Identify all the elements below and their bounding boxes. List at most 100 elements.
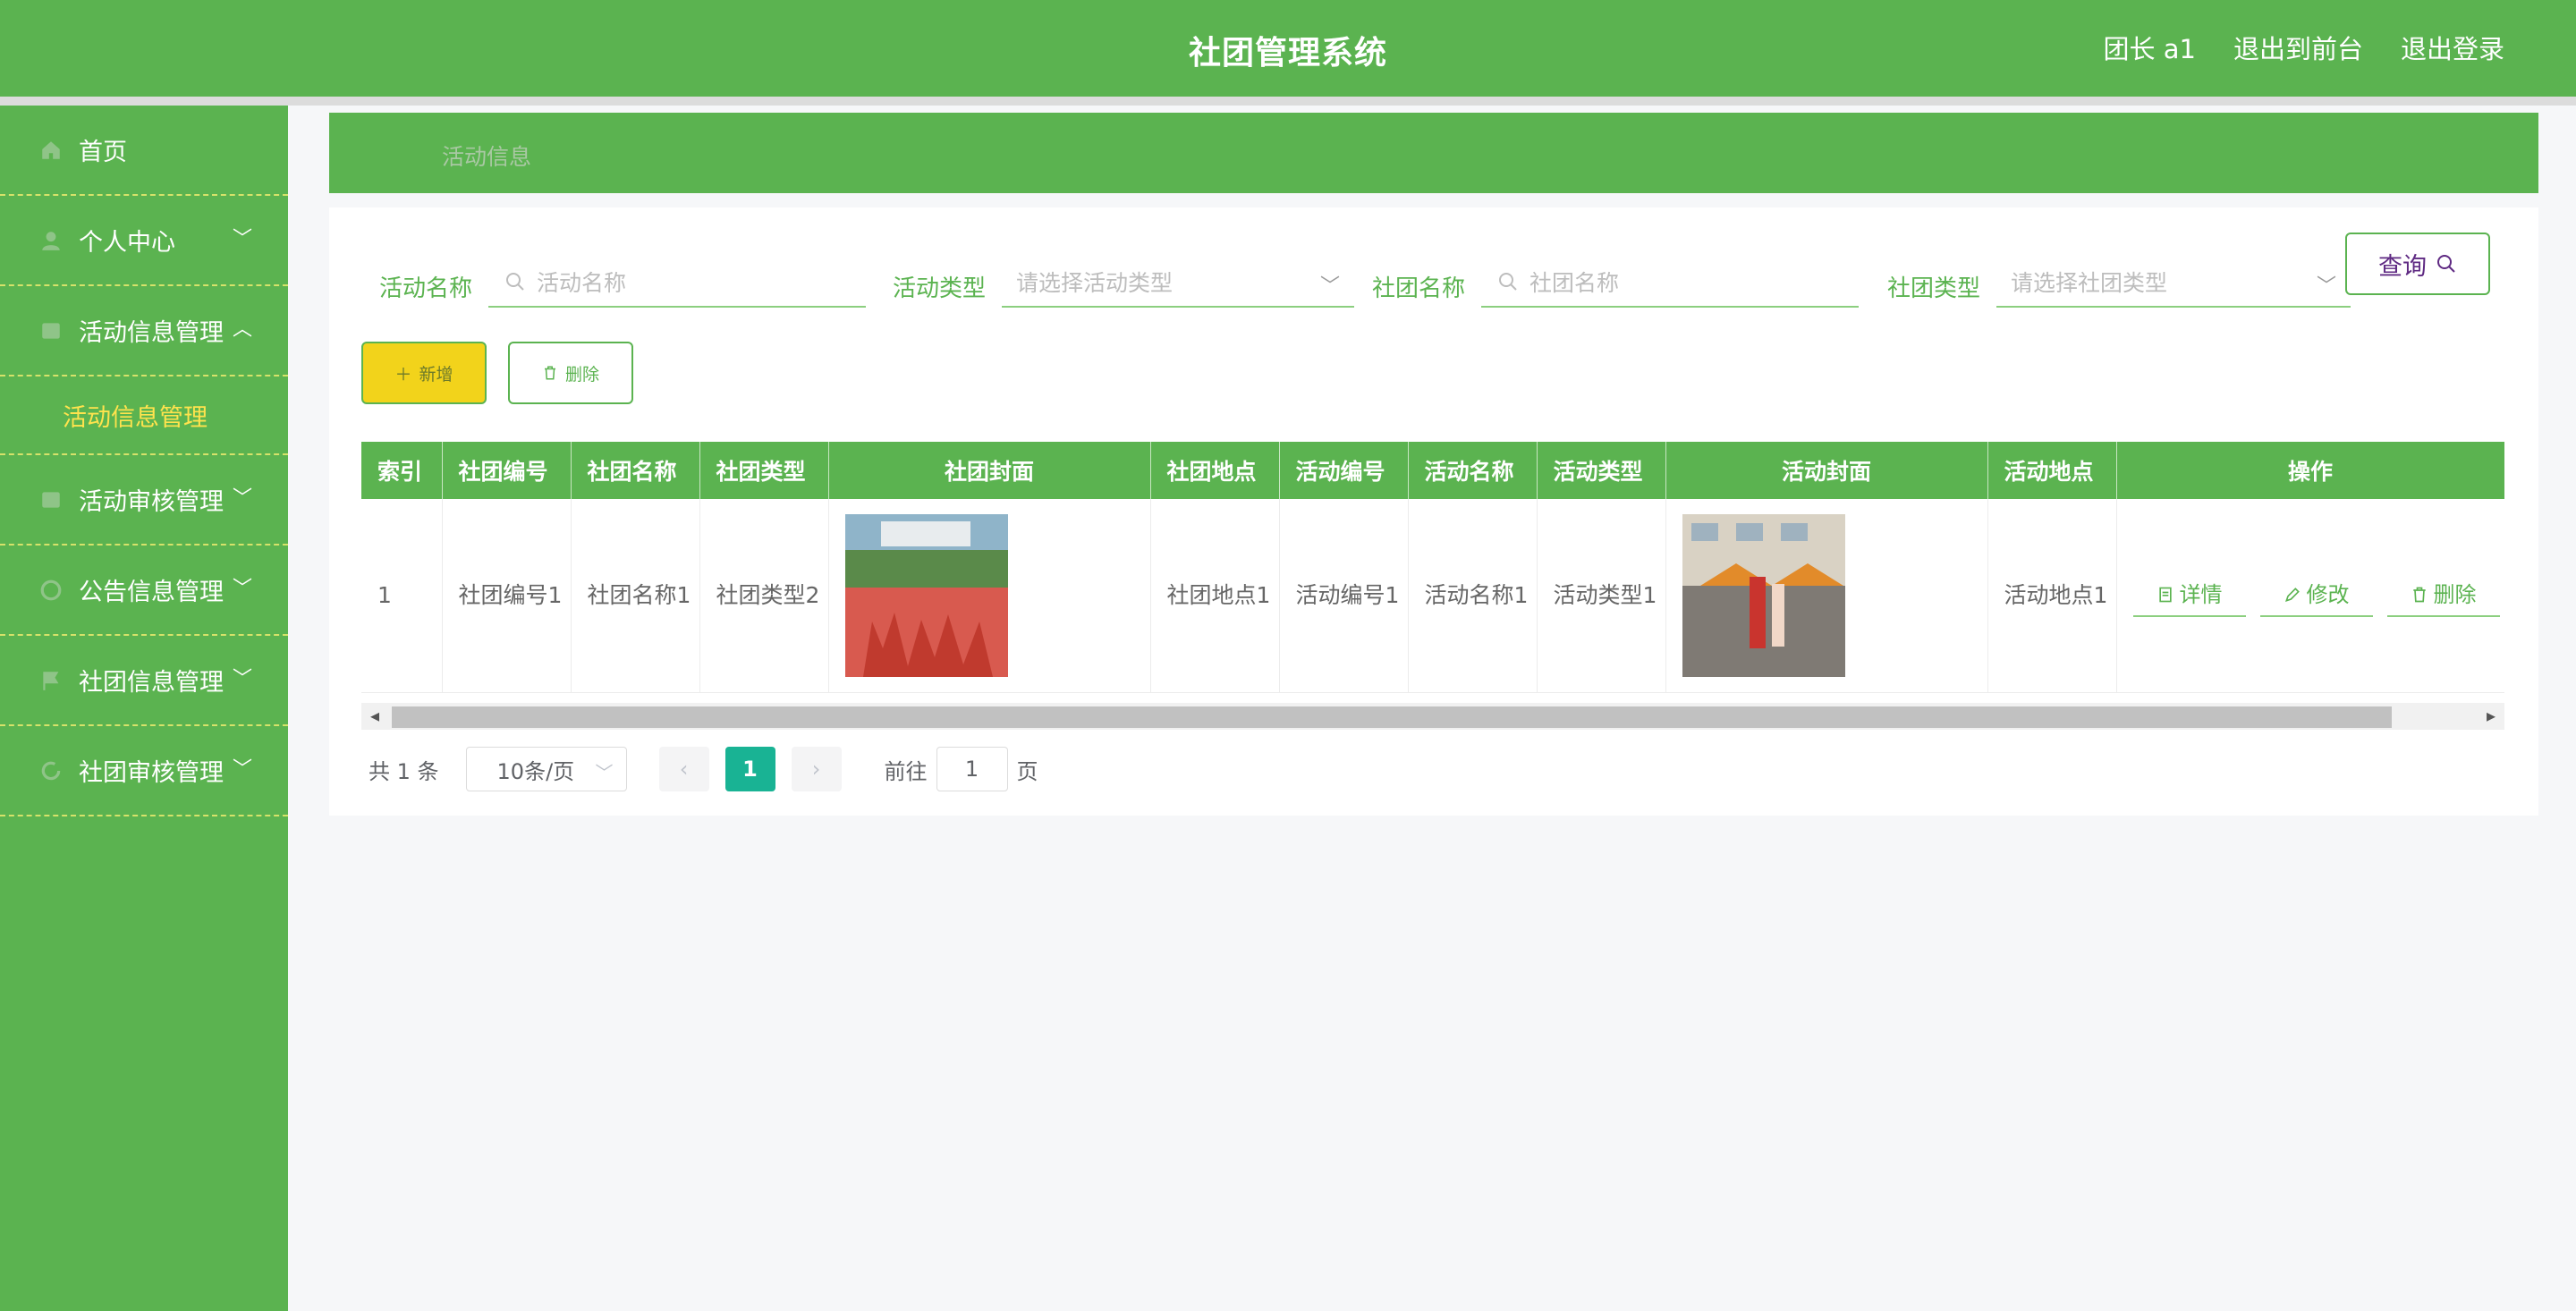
col-header-activity-no: 活动编号 — [1279, 442, 1409, 499]
activity-type-select[interactable]: 请选择活动类型 ﹀ — [1002, 258, 1354, 308]
cell-activity-no: 活动编号1 — [1279, 499, 1409, 693]
col-header-activity-location: 活动地点 — [1987, 442, 2117, 499]
sidebar-item-label: 社团信息管理 — [79, 669, 224, 697]
detail-button[interactable]: 详情 — [2132, 574, 2246, 617]
trash-icon — [2412, 587, 2426, 603]
table-row: 1 社团编号1 社团名称1 社团类型2 社团地点1 活动编号1 活动名称1 活动… — [361, 499, 2504, 693]
col-header-club-type: 社团类型 — [699, 442, 829, 499]
user-icon — [42, 231, 60, 250]
activity-name-label: 活动名称 — [379, 275, 473, 302]
activity-type-placeholder: 请选择活动类型 — [1016, 270, 1174, 296]
sidebar-item-activity-review[interactable]: 活动审核管理 ﹀ — [0, 455, 288, 546]
club-cover-image[interactable] — [844, 513, 1008, 677]
user-name-link[interactable]: 团长 a1 — [2104, 29, 2196, 66]
club-name-label: 社团名称 — [1372, 275, 1466, 302]
flag-icon — [43, 671, 59, 690]
sidebar-item-notice[interactable]: 公告信息管理 ﹀ — [0, 546, 288, 636]
refresh-icon — [41, 761, 61, 780]
col-header-club-no: 社团编号 — [442, 442, 572, 499]
cell-club-location: 社团地点1 — [1150, 499, 1280, 693]
cell-club-no: 社团编号1 — [442, 499, 572, 693]
chevron-down-icon: ﹀ — [232, 228, 252, 250]
horizontal-scrollbar[interactable]: ◂ ▸ — [361, 703, 2504, 730]
club-type-select[interactable]: 请选择社团类型 ﹀ — [1996, 258, 2351, 308]
add-button-label: 新增 — [419, 364, 453, 385]
sidebar-item-activity-info[interactable]: 活动信息管理 ︿ — [0, 286, 288, 376]
submenu-item-activity-info[interactable]: 活动信息管理 — [0, 376, 288, 455]
add-button[interactable]: ＋ 新增 — [361, 342, 487, 404]
sidebar-item-label: 社团审核管理 — [79, 759, 224, 787]
top-bar: 社团管理系统 团长 a1 退出到前台 退出登录 — [0, 0, 2576, 97]
sidebar-item-label: 个人中心 — [79, 229, 175, 257]
chevron-down-icon: ﹀ — [232, 668, 252, 690]
detail-label: 详情 — [2179, 581, 2223, 607]
col-header-activity-type: 活动类型 — [1537, 442, 1666, 499]
scroll-right-icon[interactable]: ▸ — [2487, 705, 2496, 726]
chevron-down-icon: ﹀ — [595, 762, 614, 783]
page-number-current[interactable]: 1 — [724, 747, 775, 791]
query-button[interactable]: 查询 — [2345, 233, 2490, 295]
scroll-left-icon[interactable]: ◂ — [370, 705, 379, 726]
sidebar-item-label: 公告信息管理 — [79, 579, 224, 606]
sidebar-item-profile[interactable]: 个人中心 ﹀ — [0, 196, 288, 286]
col-header-club-name: 社团名称 — [571, 442, 700, 499]
col-header-operations: 操作 — [2116, 442, 2504, 499]
col-header-activity-cover: 活动封面 — [1665, 442, 1988, 499]
top-links: 团长 a1 退出到前台 退出登录 — [2104, 29, 2504, 66]
search-icon — [1499, 273, 1517, 291]
chevron-right-icon: › — [811, 757, 821, 782]
plus-icon: ＋ — [394, 364, 412, 385]
search-icon — [506, 273, 524, 291]
front-page-link[interactable]: 退出到前台 — [2233, 29, 2363, 66]
cell-activity-name: 活动名称1 — [1408, 499, 1538, 693]
data-table: 索引 社团编号 社团名称 社团类型 社团封面 社团地点 活动编号 活动名称 活动… — [361, 442, 2504, 693]
goto-page-input[interactable]: 1 — [936, 747, 1008, 791]
edit-icon — [2284, 587, 2300, 602]
cell-activity-type: 活动类型1 — [1537, 499, 1666, 693]
page-size-select[interactable]: 10条/页 ﹀ — [465, 747, 627, 791]
col-header-index: 索引 — [361, 442, 443, 499]
scrollbar-thumb[interactable] — [392, 706, 2392, 728]
page-suffix: 页 — [1016, 758, 1038, 784]
sidebar-item-label: 首页 — [79, 139, 127, 166]
cell-club-type: 社团类型2 — [699, 499, 829, 693]
club-type-label: 社团类型 — [1887, 275, 1981, 302]
list-icon — [42, 322, 60, 339]
table-header-row: 索引 社团编号 社团名称 社团类型 社团封面 社团地点 活动编号 活动名称 活动… — [361, 442, 2504, 499]
activity-name-input[interactable]: 活动名称 — [488, 258, 866, 308]
query-button-label: 查询 — [2378, 252, 2427, 281]
cell-activity-location: 活动地点1 — [1987, 499, 2117, 693]
search-icon — [2437, 255, 2455, 273]
club-name-input[interactable]: 社团名称 — [1481, 258, 1859, 308]
cell-activity-cover — [1665, 499, 1988, 693]
cell-club-name: 社团名称1 — [571, 499, 700, 693]
sidebar-item-label: 活动审核管理 — [79, 488, 224, 516]
edit-button[interactable]: 修改 — [2259, 574, 2373, 617]
page-size-value: 10条/页 — [496, 758, 575, 784]
activity-cover-image[interactable] — [1682, 513, 1845, 677]
cell-club-cover — [828, 499, 1151, 693]
prev-page-button[interactable]: ‹ — [658, 747, 709, 791]
edit-label: 修改 — [2306, 581, 2350, 607]
chevron-up-icon: ︿ — [232, 318, 252, 341]
col-header-activity-name: 活动名称 — [1408, 442, 1538, 499]
sidebar: 首页 个人中心 ﹀ 活动信息管理 ︿ 活动信息管理 活动审核管理 ﹀ 公告信息管… — [0, 106, 288, 1311]
sidebar-item-club-review[interactable]: 社团审核管理 ﹀ — [0, 726, 288, 816]
breadcrumb-current[interactable]: 活动信息 — [442, 140, 531, 172]
sidebar-item-club-info[interactable]: 社团信息管理 ﹀ — [0, 636, 288, 726]
club-type-placeholder: 请选择社团类型 — [2011, 270, 2168, 296]
next-page-button[interactable]: › — [791, 747, 842, 791]
activity-name-placeholder: 活动名称 — [537, 270, 627, 296]
home-icon — [42, 140, 60, 159]
main-content: 活动信息 活动名称 活动名称 活动类型 请选择活动类型 ﹀ 社团名称 社团名称 … — [329, 113, 2538, 816]
chevron-down-icon: ﹀ — [1319, 275, 1340, 298]
sidebar-item-home[interactable]: 首页 — [0, 106, 288, 196]
logout-link[interactable]: 退出登录 — [2401, 29, 2504, 66]
delete-button[interactable]: 删除 — [2386, 574, 2500, 617]
batch-delete-label: 删除 — [564, 364, 599, 385]
goto-label: 前往 — [884, 758, 928, 784]
col-header-club-cover: 社团封面 — [828, 442, 1151, 499]
batch-delete-button[interactable]: 删除 — [508, 342, 633, 404]
delete-label: 删除 — [2433, 581, 2477, 607]
sidebar-item-label: 活动信息管理 — [79, 319, 224, 347]
